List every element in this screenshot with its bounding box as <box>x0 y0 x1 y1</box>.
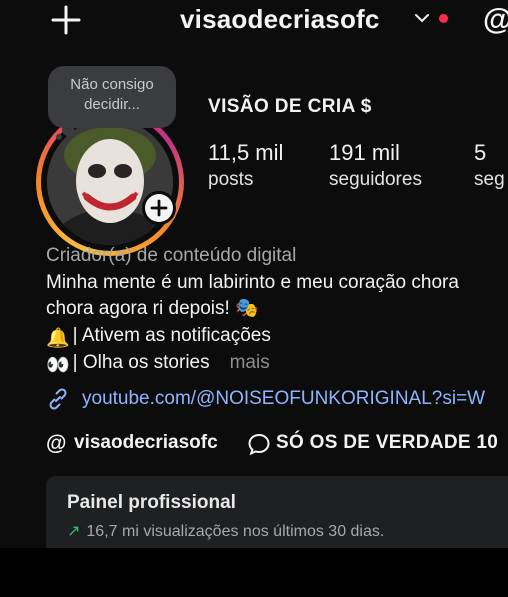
note-tail-small <box>56 134 62 140</box>
avatar <box>47 119 173 245</box>
link-icon <box>49 388 67 410</box>
stat-label: posts <box>208 169 254 190</box>
broadcast-channel[interactable]: SÓ OS DE VERDADE 10 <box>276 429 498 457</box>
bio-link[interactable]: youtube.com/@NOISEOFUNKORIGINAL?si=W <box>46 385 508 413</box>
plus-icon[interactable] <box>50 4 82 36</box>
avatar-image <box>47 119 173 245</box>
bio-line-notifications: 🔔 | Ativem as notificações <box>46 323 508 352</box>
more-button[interactable]: mais <box>230 352 270 373</box>
trend-up-icon: ↗ <box>67 523 81 540</box>
threads-icon[interactable]: @ <box>483 4 508 36</box>
stat-value: 11,5 mil <box>208 140 284 165</box>
stat-following[interactable]: 5 seg <box>474 140 505 194</box>
bell-icon: 🔔 <box>46 328 70 349</box>
panel-stat: 16,7 mi visualizações nos últimos 30 dia… <box>86 523 385 540</box>
professional-dashboard[interactable]: Painel profissional ↗ 16,7 mi visualizaçõ… <box>46 476 508 548</box>
chevron-down-icon[interactable] <box>414 12 430 24</box>
threads-badge-icon[interactable]: @ <box>46 432 66 456</box>
note-tail <box>62 124 74 136</box>
stat-value: 5 <box>474 140 487 165</box>
profile-category: Criador(a) de conteúdo digital <box>46 245 297 266</box>
display-name: VISÃO DE CRIA $ <box>208 96 372 117</box>
stat-label: seg <box>474 169 505 190</box>
notification-dot <box>439 14 448 23</box>
stat-posts[interactable]: 11,5 mil posts <box>208 140 283 194</box>
add-story-button[interactable] <box>142 191 176 225</box>
link-text: youtube.com/@NOISEOFUNKORIGINAL?si=W <box>82 388 486 409</box>
threads-handle[interactable]: visaodecriasofc <box>74 429 218 457</box>
bio-text: | Ativem as notificações <box>72 325 271 346</box>
bio-text: | Olha os stories <box>72 352 210 373</box>
bio-line-stories: 👀 | Olha os stories mais <box>46 350 508 379</box>
top-bar: visaodecriasofc @ <box>0 0 508 42</box>
profile-screen: visaodecriasofc @ <box>0 0 508 548</box>
bio-line: Minha mente é um labirinto e meu coração… <box>46 272 459 293</box>
chat-bubble-icon[interactable] <box>246 431 272 457</box>
panel-subtitle: ↗ 16,7 mi visualizações nos últimos 30 di… <box>67 521 384 541</box>
account-username[interactable]: visaodecriasofc <box>180 4 380 35</box>
bottom-band <box>0 548 508 597</box>
add-icon <box>150 199 168 217</box>
note-text-line2: decidir... <box>84 96 140 113</box>
panel-title: Painel profissional <box>67 492 236 513</box>
note-bubble[interactable]: Não consigo decidir... <box>48 66 176 128</box>
note-text-line1: Não consigo <box>70 76 154 93</box>
stat-value: 191 mil <box>329 140 400 165</box>
stat-followers[interactable]: 191 mil seguidores <box>329 140 422 194</box>
stat-label: seguidores <box>329 169 422 190</box>
eyes-icon: 👀 <box>46 355 70 376</box>
bio-line: chora agora ri depois! 🎭 <box>46 298 259 319</box>
threads-row: @ visaodecriasofc SÓ OS DE VERDADE 10 <box>46 429 508 459</box>
